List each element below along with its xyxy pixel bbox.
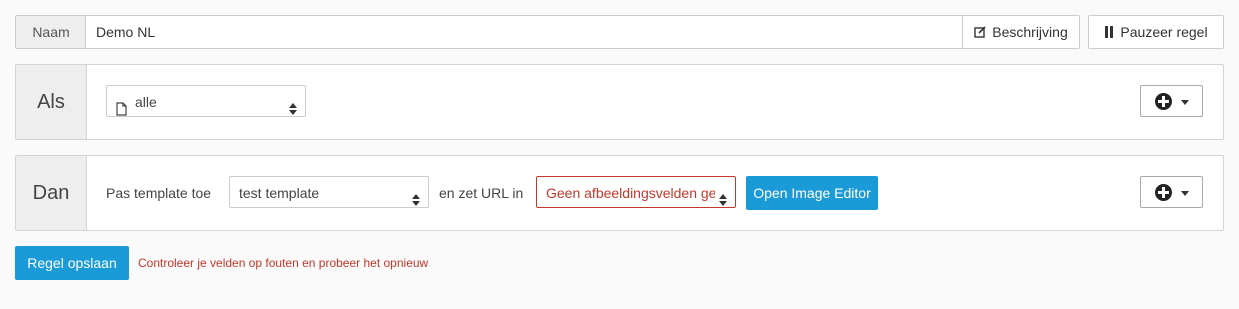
pause-icon <box>1104 17 1114 49</box>
save-rule-button[interactable]: Regel opslaan <box>15 246 129 280</box>
template-select[interactable]: test template <box>229 176 429 208</box>
pause-rule-button[interactable]: Pauzeer regel <box>1088 15 1224 49</box>
description-button-label: Beschrijving <box>992 24 1068 40</box>
set-url-text: en zet URL in <box>439 185 524 201</box>
plus-circle-icon <box>1155 184 1172 201</box>
name-label: Naam <box>15 15 86 49</box>
if-add-condition-button[interactable] <box>1140 85 1203 117</box>
image-field-select[interactable]: Geen afbeeldingsvelden gevonden <box>536 176 736 208</box>
then-add-action-button[interactable] <box>1140 176 1203 208</box>
chevron-down-icon <box>1181 100 1189 105</box>
pause-rule-button-label: Pauzeer regel <box>1120 24 1208 40</box>
rule-name-input[interactable]: Demo NL <box>85 15 965 49</box>
then-label: Dan <box>16 156 87 230</box>
apply-template-text: Pas template toe <box>106 185 212 201</box>
plus-circle-icon <box>1155 93 1172 110</box>
condition-select[interactable]: alle <box>106 85 306 117</box>
select-arrows-icon <box>412 186 420 206</box>
image-field-select-value: Geen afbeeldingsvelden gevonden <box>546 185 735 201</box>
validation-error-message: Controleer je velden op fouten en probee… <box>138 256 429 270</box>
if-label: Als <box>16 65 87 139</box>
select-arrows-icon <box>715 186 735 206</box>
if-panel: Als alle <box>15 64 1224 140</box>
edit-icon <box>974 17 986 49</box>
template-select-value: test template <box>239 185 320 201</box>
description-button[interactable]: Beschrijving <box>962 15 1080 49</box>
file-icon <box>116 95 127 116</box>
chevron-down-icon <box>1181 191 1189 196</box>
then-panel: Dan Pas template toe test template en ze… <box>15 155 1224 231</box>
condition-select-value: alle <box>135 94 157 110</box>
rule-header-row: Naam Demo NL Beschrijving Pauzeer regel <box>15 15 1224 49</box>
open-image-editor-button[interactable]: Open Image Editor <box>746 176 878 210</box>
select-arrows-icon <box>289 95 297 115</box>
